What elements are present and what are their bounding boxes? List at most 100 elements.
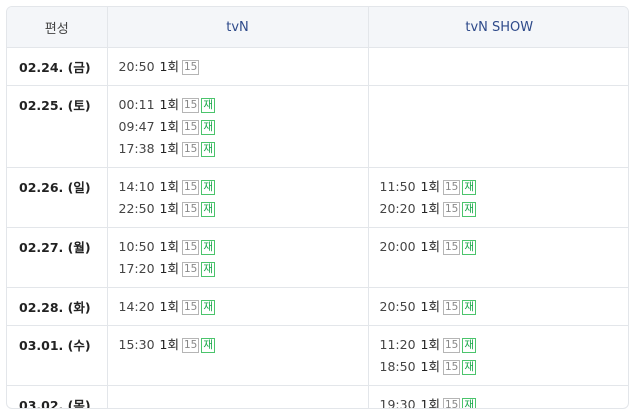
airtime-slot: 20:50 1회 15 재	[379, 297, 629, 319]
table-row: 02.25. (토) 00:11 1회 15 재 09:47 1회 15 재 17:38 1회…	[7, 85, 628, 168]
header-channel-tvn: tvN	[106, 7, 368, 48]
age-rating-badge: 15	[442, 398, 461, 408]
cell-tvn-show	[367, 85, 628, 168]
airtime: 11:50	[379, 179, 416, 194]
rerun-badge: 재	[462, 202, 477, 217]
airtime: 20:50	[379, 299, 416, 314]
episode-label: 1회	[159, 141, 179, 156]
episode-label: 1회	[420, 359, 440, 374]
airtime-slot: 14:20 1회 15 재	[119, 297, 368, 319]
episode-label: 1회	[420, 179, 440, 194]
table-row: 03.01. (수) 15:30 1회 15 재 11:20 1회 15 재 18:50 1회…	[7, 325, 628, 386]
airtime-slot: 11:50 1회 15 재	[379, 177, 629, 199]
airtime-slot: 17:38 1회 15 재	[119, 139, 368, 161]
rerun-badge: 재	[201, 262, 216, 277]
table-row: 03.02. (목) 19:30 1회 15 재	[7, 385, 629, 409]
episode-label: 1회	[159, 239, 179, 254]
airtime-slot: 14:10 1회 15 재	[119, 177, 368, 199]
row-date: 02.24. (금)	[19, 60, 91, 75]
cell-tvn-show: 19:30 1회 15 재	[367, 385, 629, 409]
airtime: 19:30	[379, 397, 416, 409]
rerun-badge: 재	[201, 202, 216, 217]
airtime: 18:50	[379, 359, 416, 374]
age-rating-badge: 15	[181, 262, 200, 277]
airtime-slot: 00:11 1회 15 재	[119, 95, 368, 117]
age-rating-badge: 15	[181, 202, 200, 217]
age-rating-badge: 15	[181, 338, 200, 353]
cell-tvn-show: 11:50 1회 15 재 20:20 1회 15 재	[367, 167, 629, 228]
rerun-badge: 재	[462, 240, 477, 255]
airtime: 20:20	[379, 201, 416, 216]
age-rating-badge: 15	[442, 240, 461, 255]
airtime-slot: 20:00 1회 15 재	[379, 237, 629, 259]
airtime: 15:30	[118, 337, 155, 352]
age-rating-badge: 15	[442, 338, 461, 353]
airtime-slot: 10:50 1회 15 재	[119, 237, 368, 259]
row-date: 02.28. (화)	[7, 287, 107, 326]
episode-label: 1회	[420, 299, 440, 314]
episode-label: 1회	[159, 59, 179, 74]
rerun-badge: 재	[201, 142, 216, 157]
rerun-badge: 재	[462, 398, 477, 408]
row-date: 03.01. (수)	[7, 325, 107, 386]
table-row: 02.26. (일) 14:10 1회 15 재 22:50 1회 15 재 11:50 1회…	[7, 167, 629, 228]
airtime-slot: 19:30 1회 15 재	[379, 395, 629, 409]
broadcast-schedule-table: 편성 tvN tvN SHOW 02.24. (금) 20:50 1회 15 02.2…	[7, 7, 629, 409]
row-date: 02.27. (월)	[7, 227, 107, 288]
episode-label: 1회	[159, 299, 179, 314]
rerun-badge: 재	[201, 98, 216, 113]
rerun-badge: 재	[201, 120, 216, 135]
episode-label: 1회	[159, 201, 179, 216]
airtime: 10:50	[118, 239, 155, 254]
cell-tvn: 15:30 1회 15 재	[106, 325, 368, 386]
cell-tvn: 20:50 1회 15	[106, 47, 368, 86]
age-rating-badge: 15	[181, 120, 200, 135]
cell-tvn-show: 20:00 1회 15 재	[367, 227, 629, 288]
cell-tvn: 10:50 1회 15 재 17:20 1회 15 재	[106, 227, 368, 288]
airtime-slot: 22:50 1회 15 재	[119, 199, 368, 221]
airtime: 20:00	[379, 239, 416, 254]
cell-tvn-show	[367, 47, 628, 86]
age-rating-badge: 15	[442, 180, 461, 195]
rerun-badge: 재	[462, 180, 477, 195]
rerun-badge: 재	[462, 360, 477, 375]
cell-tvn	[106, 385, 368, 408]
age-rating-badge: 15	[442, 300, 461, 315]
cell-tvn: 00:11 1회 15 재 09:47 1회 15 재 17:38 1회 15 재	[106, 85, 368, 168]
episode-label: 1회	[159, 179, 179, 194]
header-channel-tvn-show: tvN SHOW	[367, 7, 628, 48]
age-rating-badge: 15	[181, 142, 200, 157]
age-rating-badge: 15	[181, 180, 200, 195]
airtime-slot: 20:20 1회 15 재	[379, 199, 629, 221]
episode-label: 1회	[420, 201, 440, 216]
rerun-badge: 재	[462, 300, 477, 315]
rerun-badge: 재	[201, 240, 216, 255]
age-rating-badge: 15	[442, 202, 461, 217]
airtime: 14:20	[118, 299, 155, 314]
episode-label: 1회	[159, 337, 179, 352]
row-date: 02.25. (토)	[7, 85, 107, 168]
age-rating-badge: 15	[181, 240, 200, 255]
episode-label: 1회	[159, 261, 179, 276]
table-row: 02.24. (금) 20:50 1회 15	[7, 47, 628, 86]
airtime: 17:20	[118, 261, 155, 276]
row-date: 02.26. (일)	[7, 167, 107, 228]
table-header-row: 편성 tvN tvN SHOW	[7, 7, 628, 48]
rerun-badge: 재	[201, 300, 216, 315]
airtime: 20:50	[118, 59, 155, 74]
airtime: 22:50	[118, 201, 155, 216]
row-date: 03.02. (목)	[7, 385, 107, 408]
rerun-badge: 재	[201, 338, 216, 353]
airtime: 14:10	[118, 179, 155, 194]
airtime-slot: 17:20 1회 15 재	[119, 259, 368, 281]
age-rating-badge: 15	[442, 360, 461, 375]
cell-tvn: 14:20 1회 15 재	[106, 287, 368, 326]
cell-tvn: 14:10 1회 15 재 22:50 1회 15 재	[106, 167, 368, 228]
cell-tvn-show: 20:50 1회 15 재	[367, 287, 629, 326]
airtime: 17:38	[118, 141, 155, 156]
airtime: 09:47	[118, 119, 155, 134]
airtime: 11:20	[379, 337, 416, 352]
table-row: 02.27. (월) 10:50 1회 15 재 17:20 1회 15 재 20:00 1회…	[7, 227, 629, 288]
rerun-badge: 재	[201, 180, 216, 195]
episode-label: 1회	[159, 97, 179, 112]
